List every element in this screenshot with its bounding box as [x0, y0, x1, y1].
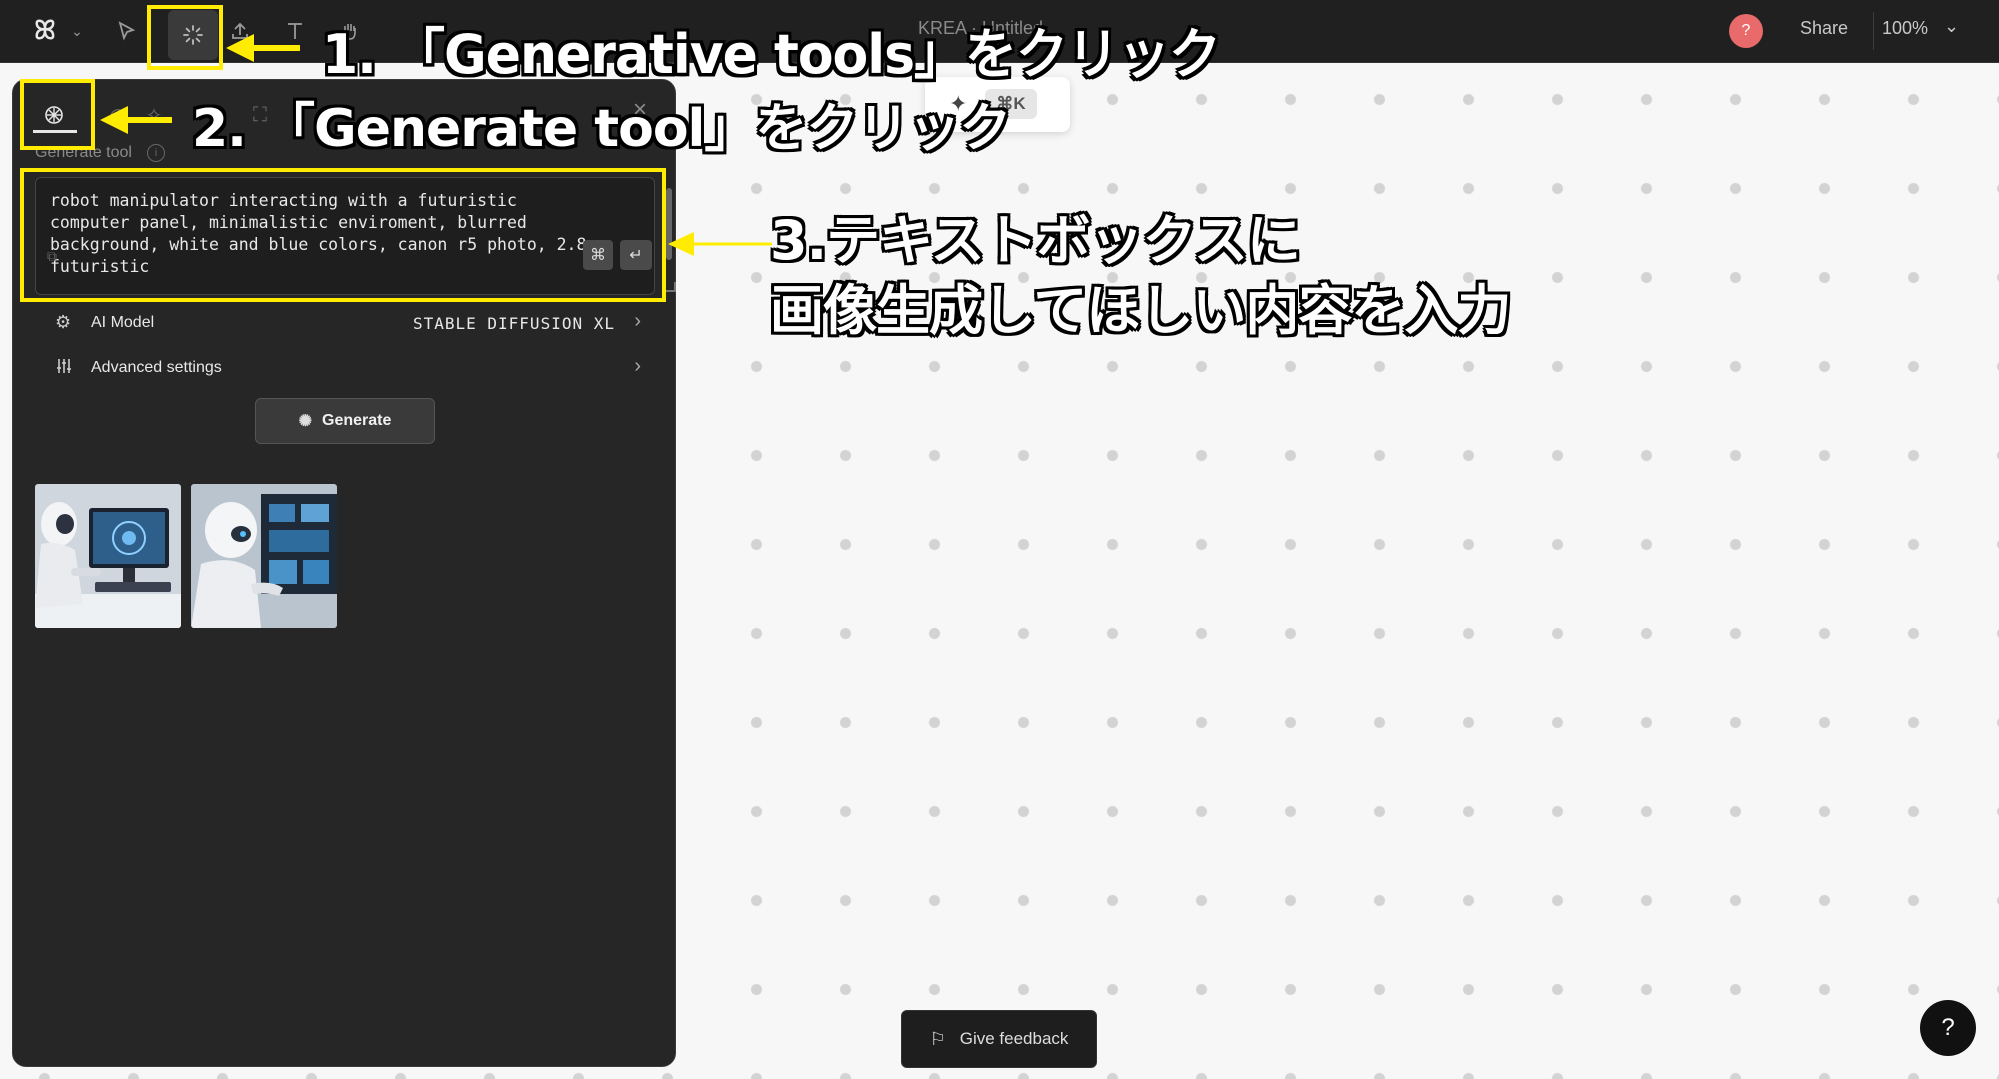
flag-icon: ⚐ [929, 1028, 946, 1049]
resize-handle[interactable] [666, 282, 676, 292]
info-icon[interactable]: i [147, 144, 165, 162]
realtime-tool-tab-icon[interactable]: ◎ [101, 98, 135, 132]
chevron-down-icon[interactable]: ⌄ [1944, 16, 1959, 37]
chevron-right-icon: › [634, 355, 641, 377]
ai-model-value: STABLE DIFFUSION XL [412, 314, 615, 333]
gear-icon: ⚙ [55, 312, 72, 332]
highlight-generate-tool-tab [20, 79, 95, 150]
advanced-settings-row[interactable]: Advanced settings › [35, 351, 655, 385]
upload-icon[interactable] [223, 14, 257, 48]
ai-model-label: AI Model [91, 314, 155, 331]
sliders-icon [55, 357, 73, 380]
generated-image-thumbnail[interactable] [35, 484, 181, 628]
annotation-step-3-line-1: 3.テキストボックスに [770, 209, 1301, 272]
give-feedback-button[interactable]: ⚐ Give feedback [901, 1010, 1097, 1068]
krea-logo-icon[interactable]: ꕤ [28, 14, 62, 48]
text-tool-icon[interactable] [278, 14, 312, 48]
chevron-right-icon: › [634, 310, 641, 332]
give-feedback-label: Give feedback [959, 1029, 1069, 1048]
zoom-level[interactable]: 100% [1882, 18, 1928, 39]
ai-model-selector[interactable]: ⚙ AI Model STABLE DIFFUSION XL › [35, 306, 655, 340]
annotation-step-1: 1. 「Generative tools」をクリック [322, 23, 1221, 87]
enhance-tool-tab-icon[interactable]: ✧ [137, 98, 171, 132]
help-button[interactable]: ? [1920, 1000, 1976, 1056]
generate-button-label: Generate [322, 412, 392, 429]
cursor-select-icon[interactable] [110, 14, 144, 48]
annotation-step-3-line-2: 画像生成してほしい内容を入力 [770, 279, 1511, 342]
toolbar-divider [1873, 12, 1874, 50]
advanced-settings-label: Advanced settings [91, 359, 222, 376]
generate-button[interactable]: ✺ Generate [255, 398, 435, 444]
user-avatar[interactable]: ? [1729, 14, 1763, 48]
prompt-scrollbar[interactable] [666, 188, 672, 260]
generate-icon: ✺ [298, 413, 313, 430]
generated-image-thumbnail[interactable] [191, 484, 337, 628]
highlight-generative-tools [147, 5, 223, 70]
share-button[interactable]: Share [1800, 18, 1848, 39]
chevron-down-icon[interactable]: ⌄ [60, 14, 94, 48]
annotation-step-2: 2. 「Generate tool」をクリック [192, 99, 1011, 159]
highlight-prompt-textbox [20, 168, 666, 302]
